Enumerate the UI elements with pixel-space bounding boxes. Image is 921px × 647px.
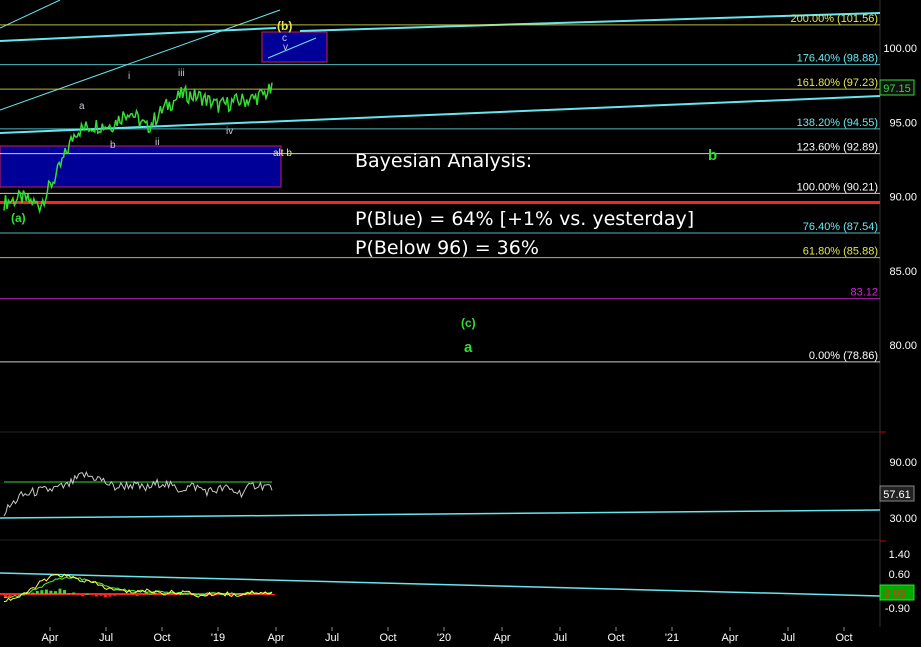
wave-label-b-top: (b) bbox=[277, 19, 293, 33]
macd-hist-bar bbox=[53, 591, 57, 594]
fib-label: 200.00% (101.56) bbox=[791, 13, 878, 25]
trend-line-steep-2 bbox=[0, 0, 61, 29]
macd-hist-bar bbox=[272, 594, 275, 595]
x-tick-label: Jul bbox=[781, 632, 795, 644]
wave-label-minor-b: b bbox=[110, 140, 116, 151]
wave-label-a-paren: (a) bbox=[11, 211, 26, 225]
rsi-tick-label: 90.00 bbox=[889, 457, 917, 469]
fib-label: 61.80% (85.88) bbox=[803, 246, 878, 258]
macd-hist-bar bbox=[126, 594, 130, 595]
x-tick-label: '20 bbox=[437, 632, 451, 644]
macd-tick-label: -0.90 bbox=[885, 603, 910, 615]
bayesian-title: Bayesian Analysis: bbox=[355, 150, 533, 172]
blue-target-zone-lower bbox=[0, 145, 282, 188]
macd-hist-bar bbox=[40, 590, 44, 594]
x-tick-label: Jul bbox=[325, 632, 339, 644]
fib-label: 123.60% (92.89) bbox=[797, 142, 878, 154]
fib-label: 138.20% (94.55) bbox=[797, 117, 878, 129]
x-tick-label: Oct bbox=[379, 632, 396, 644]
wave-label-minor-iv: iv bbox=[226, 126, 234, 137]
macd-hist-bar bbox=[135, 594, 139, 596]
fib-label: 76.40% (87.54) bbox=[803, 221, 878, 233]
channel-line-upper-1 bbox=[0, 27, 277, 42]
fib-label: 83.12 bbox=[850, 287, 878, 299]
macd-hist-bar bbox=[122, 594, 126, 595]
macd-hist-bar bbox=[94, 594, 98, 597]
x-tick-label: Apr bbox=[493, 632, 510, 644]
macd-hist-bar bbox=[117, 594, 121, 595]
price-tick-label: 100.00 bbox=[883, 43, 917, 55]
wave-label-alt-b: alt b bbox=[273, 148, 292, 159]
wave-label-minor-i: i bbox=[128, 71, 131, 82]
macd-hist-bar bbox=[35, 591, 39, 594]
x-tick-label: Oct bbox=[153, 632, 170, 644]
wave-label-minor-iii: iii bbox=[178, 68, 185, 79]
x-axis-ticks: Apr Jul Oct '19 Apr Jul Oct '20 Apr Jul Oct '21 Apr J… bbox=[41, 627, 853, 644]
macd-hist-bar bbox=[113, 594, 117, 596]
x-tick-label: Jul bbox=[553, 632, 567, 644]
fib-label: 0.00% (78.86) bbox=[809, 350, 878, 362]
macd-hist-bar bbox=[81, 594, 85, 597]
macd-hist-bar bbox=[31, 592, 35, 594]
rsi-last-value: 57.61 bbox=[883, 489, 911, 501]
macd-hist-bar bbox=[140, 594, 144, 595]
price-tick-label: 90.00 bbox=[889, 192, 917, 204]
wave-label-big-b: b bbox=[708, 147, 718, 164]
wave-label-c-paren: (c) bbox=[461, 316, 476, 330]
fib-label: 161.80% (97.23) bbox=[797, 77, 878, 89]
price-tick-label: 80.00 bbox=[889, 340, 917, 352]
macd-hist-bar bbox=[90, 594, 94, 595]
p-below-text: P(Below 96) = 36% bbox=[355, 237, 539, 259]
macd-hist-bar bbox=[76, 594, 80, 596]
rsi-tick-label: 30.00 bbox=[889, 513, 917, 525]
wave-label-minor-a: a bbox=[79, 101, 85, 112]
macd-hist-bar bbox=[158, 594, 162, 595]
macd-hist-bar bbox=[13, 594, 17, 595]
price-tick-label: 95.00 bbox=[889, 117, 917, 129]
macd-hist-bar bbox=[4, 594, 7, 598]
macd-axis-ticks: 1.400.600.20-0.90 bbox=[885, 549, 910, 615]
macd-hist-bar bbox=[49, 590, 53, 594]
fib-label: 100.00% (90.21) bbox=[797, 181, 878, 193]
x-tick-label: Jul bbox=[99, 632, 113, 644]
price-tick-label: 85.00 bbox=[889, 266, 917, 278]
x-tick-label: Apr bbox=[41, 632, 58, 644]
x-tick-label: Apr bbox=[267, 632, 284, 644]
macd-hist-bar bbox=[131, 594, 135, 595]
macd-hist-bar bbox=[67, 593, 71, 595]
macd-hist-bar bbox=[85, 593, 89, 595]
macd-hist-bar bbox=[58, 588, 62, 594]
macd-hist-bar bbox=[103, 594, 107, 598]
x-tick-label: '19 bbox=[211, 632, 225, 644]
rsi-line bbox=[3, 470, 273, 517]
wave-label-minor-ii: ii bbox=[155, 137, 160, 148]
macd-last-value: 0.03 bbox=[884, 588, 905, 600]
macd-hist-bar bbox=[63, 590, 67, 594]
x-tick-label: Oct bbox=[835, 632, 852, 644]
macd-hist-bar bbox=[44, 589, 48, 594]
macd-hist-bar bbox=[99, 594, 103, 596]
macd-hist-bar bbox=[149, 593, 153, 595]
macd-hist-bar bbox=[72, 592, 76, 594]
wave-label-v-top: v bbox=[283, 42, 288, 53]
macd-hist-bar bbox=[108, 594, 112, 597]
macd-hist-bar bbox=[262, 594, 266, 595]
macd-tick-label: 0.60 bbox=[889, 569, 910, 581]
macd-hist-bar bbox=[185, 593, 189, 595]
macd-hist-bar bbox=[167, 594, 171, 596]
macd-tick-label: 1.40 bbox=[889, 549, 910, 561]
x-tick-label: Oct bbox=[607, 632, 624, 644]
rsi-trend-line bbox=[0, 509, 881, 519]
macd-histogram bbox=[4, 588, 275, 598]
last-price-value: 97.15 bbox=[883, 83, 911, 95]
x-tick-label: '21 bbox=[665, 632, 679, 644]
x-tick-label: Apr bbox=[721, 632, 738, 644]
p-blue-text: P(Blue) = 64% [+1% vs. yesterday] bbox=[355, 208, 695, 230]
wave-label-big-a: a bbox=[464, 339, 473, 356]
fib-label: 176.40% (98.88) bbox=[797, 53, 878, 65]
